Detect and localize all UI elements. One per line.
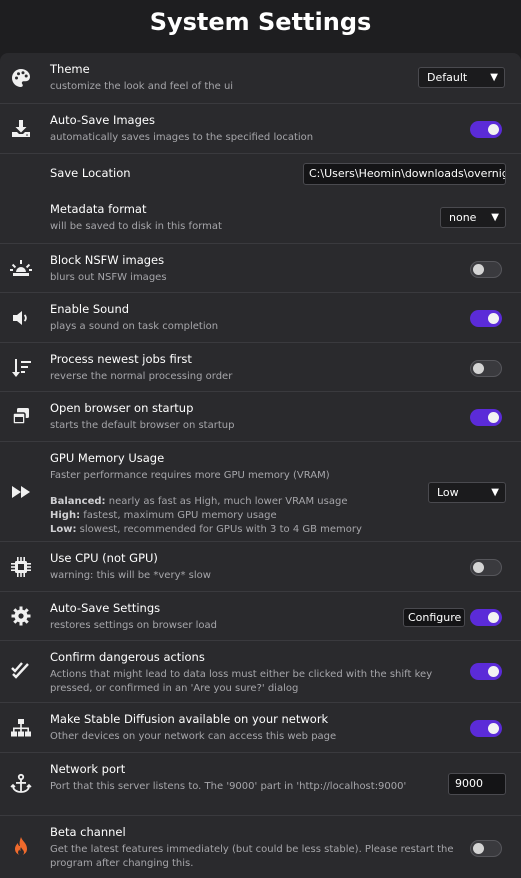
use-cpu-label: Use CPU (not GPU) bbox=[50, 551, 158, 565]
process-newest-toggle[interactable] bbox=[470, 360, 502, 377]
setting-row-metadata-format: Metadata format will be saved to disk in… bbox=[0, 193, 521, 243]
gpu-memory-value: Low bbox=[437, 486, 459, 499]
toggle-knob bbox=[488, 313, 499, 324]
low-term: Low: bbox=[50, 524, 77, 535]
confirm-dangerous-label: Confirm dangerous actions bbox=[50, 650, 205, 664]
save-location-input[interactable]: C:\Users\Heomin\downloads\overnight bbox=[303, 163, 506, 185]
siren-icon bbox=[10, 257, 32, 279]
open-browser-toggle[interactable] bbox=[470, 409, 502, 426]
network-port-desc: Port that this server listens to. The '9… bbox=[50, 781, 407, 792]
gpu-memory-desc: Faster performance requires more GPU mem… bbox=[50, 470, 330, 481]
network-port-input[interactable]: 9000 bbox=[448, 773, 506, 795]
autosave-images-desc: automatically saves images to the specif… bbox=[50, 132, 314, 143]
toggle-knob bbox=[488, 666, 499, 677]
network-icon bbox=[10, 717, 32, 739]
setting-row-gpu-memory: GPU Memory Usage Faster performance requ… bbox=[0, 441, 521, 541]
setting-row-confirm-dangerous: Confirm dangerous actions Actions that m… bbox=[0, 640, 521, 702]
beta-channel-label: Beta channel bbox=[50, 825, 126, 839]
chevron-down-icon: ▼ bbox=[490, 72, 498, 83]
theme-select-value: Default bbox=[427, 71, 468, 84]
block-nsfw-label: Block NSFW images bbox=[50, 253, 165, 267]
toggle-knob bbox=[473, 363, 484, 374]
beta-channel-desc: Get the latest features immediately (but… bbox=[50, 844, 454, 869]
setting-row-autosave-images: Auto-Save Images automatically saves ima… bbox=[0, 103, 521, 153]
fire-icon bbox=[10, 836, 32, 858]
block-nsfw-toggle[interactable] bbox=[470, 261, 502, 278]
sort-descending-icon bbox=[10, 357, 32, 379]
network-available-toggle[interactable] bbox=[470, 720, 502, 737]
use-cpu-toggle[interactable] bbox=[470, 559, 502, 576]
setting-row-beta-channel: Beta channel Get the latest features imm… bbox=[0, 815, 521, 878]
toggle-knob bbox=[473, 562, 484, 573]
process-newest-label: Process newest jobs first bbox=[50, 352, 192, 366]
toggle-knob bbox=[488, 612, 499, 623]
high-term: High: bbox=[50, 510, 81, 521]
setting-row-network-port: Network port Port that this server liste… bbox=[0, 752, 521, 815]
low-text: slowest, recommended for GPUs with 3 to … bbox=[76, 524, 362, 535]
gpu-memory-high: High: fastest, maximum GPU memory usage bbox=[50, 509, 450, 523]
high-text: fastest, maximum GPU memory usage bbox=[80, 510, 277, 521]
volume-icon bbox=[10, 307, 32, 329]
theme-label: Theme bbox=[50, 62, 90, 76]
setting-row-enable-sound: Enable Sound plays a sound on task compl… bbox=[0, 292, 521, 342]
page-title: System Settings bbox=[149, 8, 372, 36]
theme-select[interactable]: Default ▼ bbox=[418, 67, 505, 88]
balanced-term: Balanced: bbox=[50, 496, 106, 507]
palette-icon bbox=[10, 67, 32, 89]
autosave-settings-toggle[interactable] bbox=[470, 609, 502, 626]
settings-panel: Theme customize the look and feel of the… bbox=[0, 53, 521, 878]
setting-row-process-newest: Process newest jobs first reverse the no… bbox=[0, 342, 521, 391]
check-double-icon bbox=[10, 659, 32, 681]
network-available-label: Make Stable Diffusion available on your … bbox=[50, 712, 329, 726]
enable-sound-label: Enable Sound bbox=[50, 302, 130, 316]
gpu-memory-balanced: Balanced: nearly as fast as High, much l… bbox=[50, 495, 450, 509]
window-restore-icon bbox=[10, 405, 32, 427]
setting-row-save-location: Save Location C:\Users\Heomin\downloads\… bbox=[0, 153, 521, 193]
metadata-format-value: none bbox=[449, 211, 477, 224]
toggle-knob bbox=[488, 124, 499, 135]
microchip-icon bbox=[10, 556, 32, 578]
toggle-knob bbox=[473, 843, 484, 854]
toggle-knob bbox=[488, 412, 499, 423]
balanced-text: nearly as fast as High, much lower VRAM … bbox=[105, 496, 348, 507]
enable-sound-desc: plays a sound on task completion bbox=[50, 321, 219, 332]
setting-row-autosave-settings: Auto-Save Settings restores settings on … bbox=[0, 591, 521, 640]
toggle-knob bbox=[473, 264, 484, 275]
metadata-format-label: Metadata format bbox=[50, 202, 147, 216]
block-nsfw-desc: blurs out NSFW images bbox=[50, 272, 167, 283]
process-newest-desc: reverse the normal processing order bbox=[50, 371, 233, 382]
chevron-down-icon: ▼ bbox=[491, 487, 499, 498]
theme-desc: customize the look and feel of the ui bbox=[50, 81, 234, 92]
autosave-settings-desc: restores settings on browser load bbox=[50, 620, 217, 631]
use-cpu-desc: warning: this will be *very* slow bbox=[50, 570, 211, 581]
setting-row-network-available: Make Stable Diffusion available on your … bbox=[0, 702, 521, 752]
setting-row-use-cpu: Use CPU (not GPU) warning: this will be … bbox=[0, 541, 521, 591]
confirm-dangerous-toggle[interactable] bbox=[470, 663, 502, 680]
metadata-format-select[interactable]: none ▼ bbox=[440, 207, 506, 228]
metadata-format-desc: will be saved to disk in this format bbox=[50, 221, 222, 232]
enable-sound-toggle[interactable] bbox=[470, 310, 502, 327]
confirm-dangerous-desc: Actions that might lead to data loss mus… bbox=[50, 669, 433, 694]
gpu-memory-low: Low: slowest, recommended for GPUs with … bbox=[50, 523, 450, 537]
setting-row-block-nsfw: Block NSFW images blurs out NSFW images bbox=[0, 243, 521, 292]
gear-icon bbox=[10, 605, 32, 627]
autosave-settings-label: Auto-Save Settings bbox=[50, 601, 161, 615]
anchor-icon bbox=[10, 773, 32, 795]
network-port-label: Network port bbox=[50, 762, 126, 776]
download-icon bbox=[10, 118, 32, 140]
fast-forward-icon bbox=[10, 481, 32, 503]
setting-row-open-browser: Open browser on startup starts the defau… bbox=[0, 391, 521, 441]
autosave-images-toggle[interactable] bbox=[470, 121, 502, 138]
autosave-images-label: Auto-Save Images bbox=[50, 113, 155, 127]
open-browser-label: Open browser on startup bbox=[50, 401, 194, 415]
chevron-down-icon: ▼ bbox=[491, 212, 499, 223]
network-available-desc: Other devices on your network can access… bbox=[50, 731, 337, 742]
toggle-knob bbox=[488, 723, 499, 734]
configure-button[interactable]: Configure bbox=[403, 608, 465, 627]
open-browser-desc: starts the default browser on startup bbox=[50, 420, 235, 431]
gpu-memory-label: GPU Memory Usage bbox=[50, 451, 165, 465]
setting-row-theme: Theme customize the look and feel of the… bbox=[0, 53, 521, 103]
gpu-memory-select[interactable]: Low ▼ bbox=[428, 482, 506, 503]
beta-channel-toggle[interactable] bbox=[470, 840, 502, 857]
